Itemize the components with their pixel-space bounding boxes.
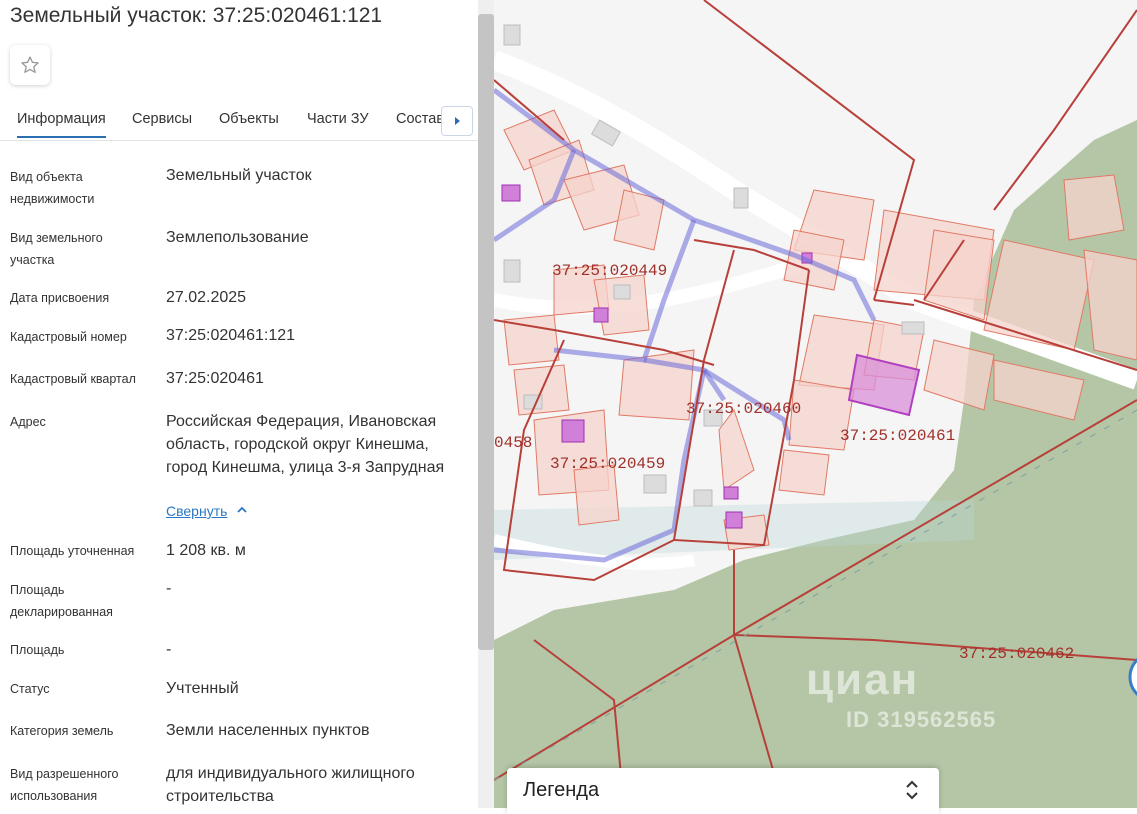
tab-services[interactable]: Сервисы xyxy=(132,111,192,127)
quarter-label: 37:25:020461 xyxy=(840,427,955,445)
field-value-land-type: Землепользование xyxy=(166,229,309,246)
quarter-label: 37:25:020459 xyxy=(550,455,665,473)
field-label-address: Адрес xyxy=(10,415,46,429)
tab-objects[interactable]: Объекты xyxy=(219,111,279,127)
quarter-label: 37:25:020460 xyxy=(686,400,801,418)
star-icon xyxy=(21,56,39,74)
arrow-right-icon xyxy=(455,117,460,125)
chevron-up-icon[interactable] xyxy=(235,503,249,517)
tabs-next-button[interactable] xyxy=(441,106,473,136)
field-value-address: Российская Федерация, Ивановская область… xyxy=(166,413,445,476)
collapse-link[interactable]: Свернуть xyxy=(166,503,227,519)
watermark-logo: циан xyxy=(806,655,920,704)
field-value-cadastral-quarter: 37:25:020461 xyxy=(166,370,264,387)
field-value-object-type: Земельный участок xyxy=(166,167,312,184)
field-label-land-category: Категория земель xyxy=(10,724,114,738)
chevron-updown-icon[interactable] xyxy=(905,778,919,802)
field-value-cadastral-number: 37:25:020461:121 xyxy=(166,327,296,344)
legend-panel[interactable]: Легенда xyxy=(507,768,939,814)
scrollbar-thumb[interactable] xyxy=(478,14,494,650)
field-label-area-declared: Площадь декларированная xyxy=(10,583,113,619)
tab-parts[interactable]: Части ЗУ xyxy=(307,111,369,127)
field-value-land-category: Земли населенных пунктов xyxy=(166,722,370,739)
field-value-permitted-use: для индивидуального жилищного строительс… xyxy=(166,765,415,805)
watermark-id: ID 319562565 xyxy=(846,707,997,732)
field-label-permitted-use: Вид разрешенного использования xyxy=(10,767,119,803)
favorite-button[interactable] xyxy=(10,45,50,85)
quarter-label: 37:25:020462 xyxy=(959,645,1074,663)
legend-title: Легенда xyxy=(523,779,600,801)
tab-composition[interactable]: Состав xyxy=(396,111,444,127)
field-label-land-type: Вид земельного участка xyxy=(10,231,103,267)
field-value-area: - xyxy=(166,641,172,658)
field-label-area: Площадь xyxy=(10,643,65,657)
field-label-area-specified: Площадь уточненная xyxy=(10,544,135,558)
field-value-status: Учтенный xyxy=(166,680,239,697)
quarter-label: 0458 xyxy=(494,434,532,452)
info-panel: Земельный участок: 37:25:020461:121 Инфо… xyxy=(0,0,478,808)
tab-bar: Информация Сервисы Объекты Части ЗУ Сост… xyxy=(0,96,478,141)
field-value-area-specified: 1 208 кв. м xyxy=(166,542,246,559)
field-value-area-declared: - xyxy=(166,580,172,597)
field-label-date: Дата присвоения xyxy=(10,291,110,305)
field-label-cadastral-number: Кадастровый номер xyxy=(10,330,127,344)
field-value-date: 27.02.2025 xyxy=(166,289,247,306)
tab-information[interactable]: Информация xyxy=(17,111,106,138)
field-label-object-type: Вид объекта недвижимости xyxy=(10,170,95,206)
quarter-label: 37:25:020449 xyxy=(552,262,667,280)
field-label-status: Статус xyxy=(10,682,50,696)
page-title: Земельный участок: 37:25:020461:121 xyxy=(10,4,383,27)
field-label-cadastral-quarter: Кадастровый квартал xyxy=(10,372,136,386)
